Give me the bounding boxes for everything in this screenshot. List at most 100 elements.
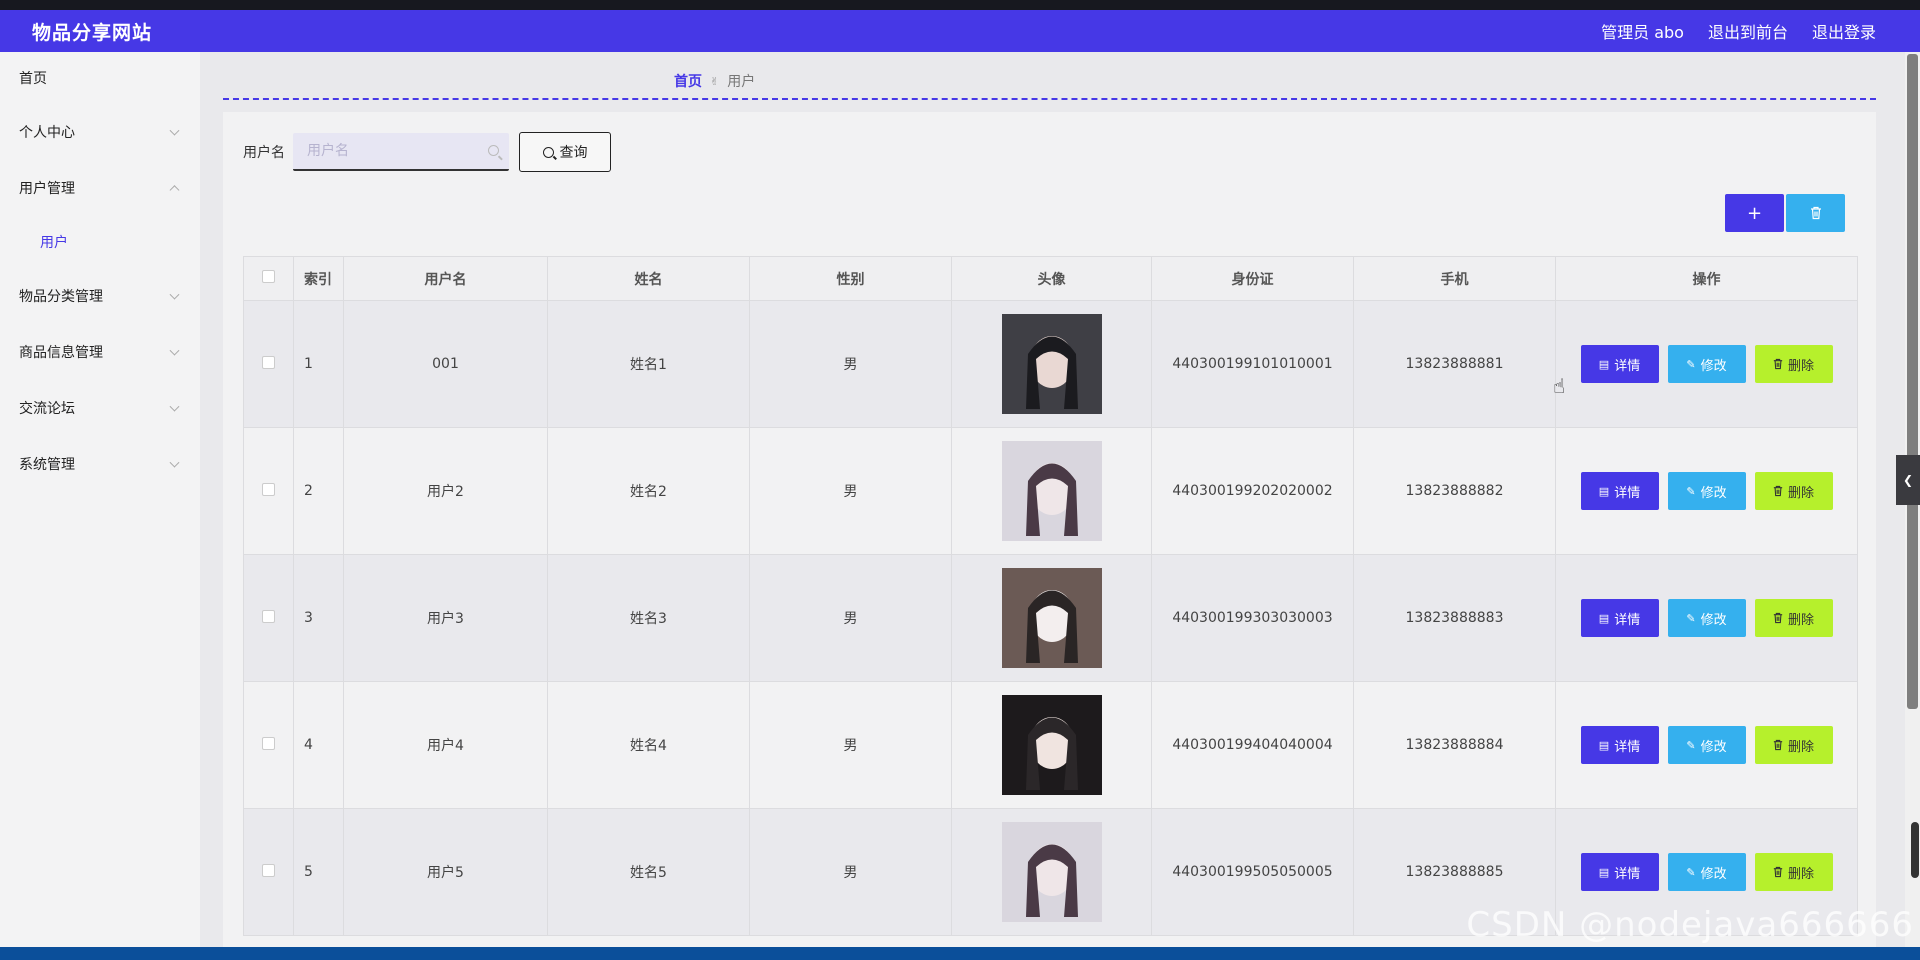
sidebar-item-home[interactable]: 首页: [0, 52, 200, 104]
query-button[interactable]: 查询: [519, 132, 611, 172]
column-header: 身份证: [1151, 256, 1354, 301]
sidebar-subitem-users[interactable]: 用户: [0, 216, 200, 268]
edit-button-label: 修改: [1700, 866, 1727, 882]
search-form: 用户名 查询: [243, 132, 611, 172]
cell-operations: ▤ 详情 ✎ 修改 删除: [1555, 427, 1858, 555]
top-actions: 管理员 abo 退出到前台 退出登录: [1601, 19, 1876, 43]
cell-avatar: [951, 300, 1152, 428]
cell-index: 5: [293, 808, 344, 936]
cell-index: 2: [293, 427, 344, 555]
pencil-icon: ✎: [1686, 738, 1696, 752]
username-search-input[interactable]: [293, 133, 509, 169]
site-title: 物品分享网站: [32, 21, 153, 44]
batch-delete-button[interactable]: [1786, 194, 1845, 232]
delete-button[interactable]: 删除: [1754, 726, 1833, 764]
delete-button[interactable]: 删除: [1754, 853, 1833, 891]
logout-link[interactable]: 退出登录: [1812, 19, 1876, 43]
row-actions: ▤ 详情 ✎ 修改 删除: [1556, 472, 1857, 510]
scroll-thumb[interactable]: [1907, 54, 1918, 709]
row-actions: ▤ 详情 ✎ 修改 删除: [1556, 599, 1857, 637]
mini-scroll-indicator: [1911, 822, 1919, 878]
sidebar-item-goods-info[interactable]: 商品信息管理: [0, 324, 200, 380]
row-select-cell: [243, 300, 294, 428]
delete-button-label: 删除: [1787, 866, 1814, 882]
delete-button[interactable]: 删除: [1754, 472, 1833, 510]
detail-button[interactable]: ▤ 详情: [1580, 599, 1659, 637]
main-content: 首页 ✌ 用户 用户名 查询 + 索引: [200, 52, 1905, 947]
sidebar-item-item-category[interactable]: 物品分类管理: [0, 268, 200, 324]
cell-operations: ▤ 详情 ✎ 修改 删除: [1555, 554, 1858, 682]
chevron-left-icon: ❮: [1902, 473, 1914, 487]
edit-button[interactable]: ✎ 修改: [1667, 853, 1746, 891]
search-box: [293, 133, 509, 171]
sidebar-item-label: 系统管理: [19, 457, 75, 473]
sidebar-item-label: 用户: [40, 235, 68, 251]
row-checkbox[interactable]: [262, 482, 275, 496]
row-checkbox[interactable]: [262, 736, 275, 750]
chevron-down-icon: [169, 345, 180, 356]
avatar: [1001, 568, 1102, 668]
document-icon: ▤: [1598, 484, 1610, 498]
hand-cursor-icon: ☝: [1553, 374, 1566, 398]
sidebar-item-forum[interactable]: 交流论坛: [0, 380, 200, 436]
cell-username: 用户3: [343, 554, 548, 682]
trash-icon: [1773, 739, 1783, 751]
row-checkbox[interactable]: [262, 355, 275, 369]
table-row: 4 用户4 姓名4 男 440300199404040004 138238888…: [243, 681, 1858, 809]
delete-button[interactable]: 删除: [1754, 345, 1833, 383]
row-checkbox[interactable]: [262, 863, 275, 877]
detail-button[interactable]: ▤ 详情: [1580, 726, 1659, 764]
edit-button-label: 修改: [1700, 485, 1727, 501]
detail-button[interactable]: ▤ 详情: [1580, 472, 1659, 510]
delete-button[interactable]: 删除: [1754, 599, 1833, 637]
delete-button-label: 删除: [1787, 485, 1814, 501]
add-button[interactable]: +: [1725, 194, 1784, 232]
detail-button[interactable]: ▤ 详情: [1580, 345, 1659, 383]
detail-button[interactable]: ▤ 详情: [1580, 853, 1659, 891]
breadcrumb: 首页 ✌ 用户: [674, 71, 755, 91]
edit-button[interactable]: ✎ 修改: [1667, 472, 1746, 510]
row-select-cell: [243, 808, 294, 936]
avatar: [1001, 441, 1102, 541]
cell-username: 用户2: [343, 427, 548, 555]
edit-button[interactable]: ✎ 修改: [1667, 345, 1746, 383]
collapse-panel-tab[interactable]: ❮: [1896, 455, 1920, 505]
watermark: CSDN @nodejava666666: [1466, 905, 1914, 945]
sidebar-item-label: 交流论坛: [19, 401, 75, 417]
row-select-cell: [243, 681, 294, 809]
row-select-cell: [243, 554, 294, 682]
avatar: [1001, 314, 1102, 414]
row-actions: ▤ 详情 ✎ 修改 删除: [1556, 853, 1857, 891]
trash-icon: [1773, 485, 1783, 497]
row-checkbox[interactable]: [262, 609, 275, 623]
cell-gender: 男: [749, 554, 952, 682]
cell-avatar: [951, 427, 1152, 555]
sidebar-item-user-management[interactable]: 用户管理: [0, 160, 200, 216]
cell-phone: 13823888883: [1353, 554, 1556, 682]
cell-phone: 13823888881: [1353, 300, 1556, 428]
edit-button[interactable]: ✎ 修改: [1667, 726, 1746, 764]
row-actions: ▤ 详情 ✎ 修改 删除: [1556, 345, 1857, 383]
cell-id-card: 440300199404040004: [1151, 681, 1354, 809]
cell-index: 3: [293, 554, 344, 682]
admin-user-label[interactable]: 管理员 abo: [1601, 19, 1684, 43]
edit-button[interactable]: ✎ 修改: [1667, 599, 1746, 637]
row-select-cell: [243, 427, 294, 555]
breadcrumb-current: 用户: [727, 74, 756, 90]
sidebar-item-label: 商品信息管理: [19, 345, 103, 361]
chevron-down-icon: [169, 457, 180, 468]
exit-to-front-link[interactable]: 退出到前台: [1708, 19, 1788, 43]
delete-button-label: 删除: [1787, 739, 1814, 755]
cell-name: 姓名4: [547, 681, 750, 809]
select-all-checkbox[interactable]: [262, 270, 275, 283]
cell-gender: 男: [749, 808, 952, 936]
cell-name: 姓名2: [547, 427, 750, 555]
search-icon: [542, 146, 554, 158]
trash-icon: [1773, 612, 1783, 624]
breadcrumb-home[interactable]: 首页: [674, 71, 702, 91]
sidebar-item-system[interactable]: 系统管理: [0, 436, 200, 492]
sidebar-item-personal-center[interactable]: 个人中心: [0, 104, 200, 160]
sidebar-item-label: 用户管理: [19, 181, 75, 197]
column-header: 用户名: [343, 256, 548, 301]
sidebar: 首页 个人中心 用户管理 用户 物品分类管理 商品信息管理 交流论坛 系统管理: [0, 52, 200, 947]
